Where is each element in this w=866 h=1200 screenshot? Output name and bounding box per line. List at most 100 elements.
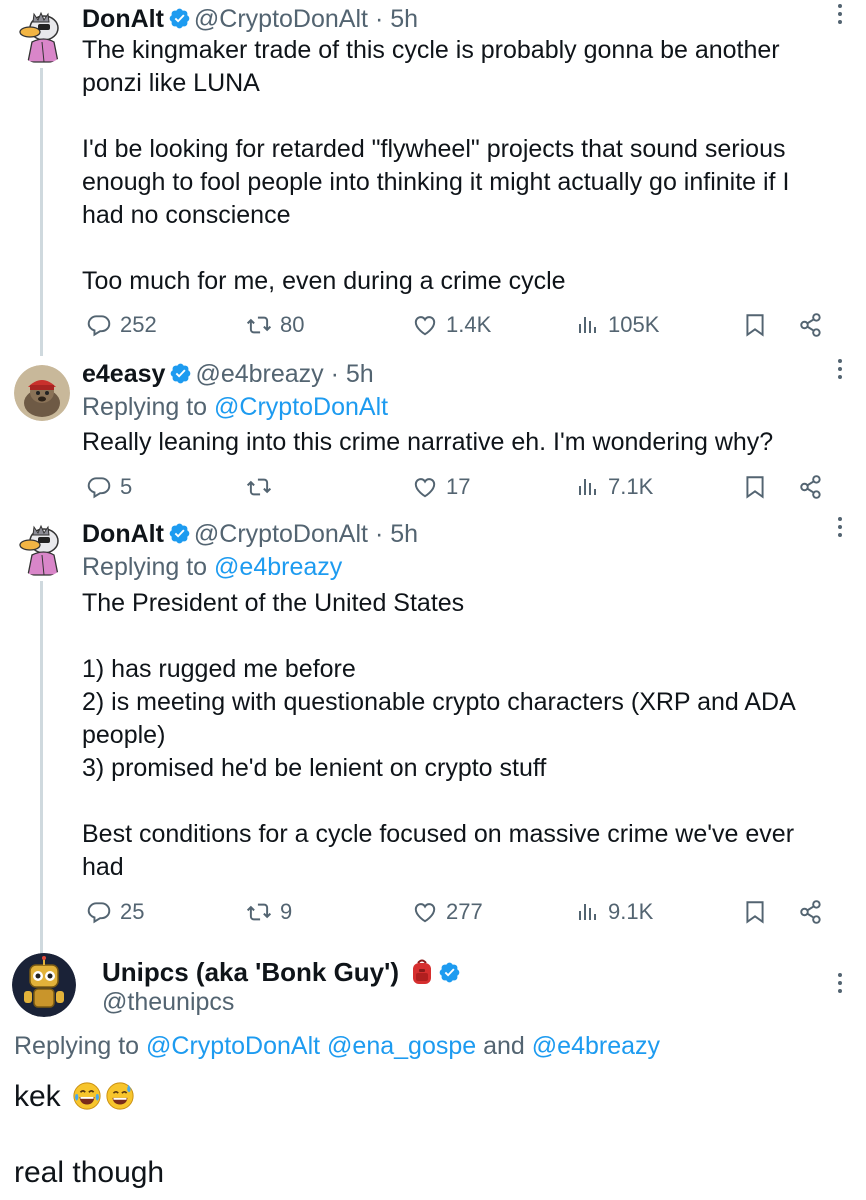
bookmark-icon <box>742 474 768 500</box>
replying-to-link[interactable]: @e4breazy <box>214 553 342 581</box>
tweet-line: Too much for me, even during a crime cyc… <box>82 267 566 295</box>
laughing-tears-emoji-icon <box>72 1081 102 1111</box>
views-icon <box>576 475 600 499</box>
sweat-smile-emoji-icon <box>105 1081 135 1111</box>
replying-to: Replying to @CryptoDonAlt @ena_gospe and… <box>14 1029 660 1063</box>
like-button[interactable]: 1.4K <box>412 310 491 340</box>
more-icon[interactable] <box>836 517 844 541</box>
bookmark-button[interactable] <box>742 310 768 340</box>
action-bar: 25 9 277 9.1K <box>82 897 832 927</box>
share-button[interactable] <box>798 310 824 340</box>
views-button[interactable]: 105K <box>576 310 659 340</box>
author-handle[interactable]: @e4breazy <box>195 360 323 388</box>
like-icon <box>412 474 438 500</box>
replying-to-link[interactable]: @ena_gospe <box>327 1032 476 1060</box>
bookmark-icon <box>742 899 768 925</box>
tweet-text: Really leaning into this crime narrative… <box>82 426 842 459</box>
tweet-time[interactable]: · 5h <box>375 5 418 33</box>
author-name[interactable]: DonAlt <box>82 5 164 33</box>
replying-to-link[interactable]: @e4breazy <box>532 1032 660 1060</box>
retweet-button[interactable] <box>246 472 280 502</box>
dog-avatar-icon <box>14 365 70 421</box>
reply-button[interactable]: 5 <box>86 472 132 502</box>
bookmark-icon <box>742 312 768 338</box>
avatar-donalt[interactable] <box>14 8 70 64</box>
reply-button[interactable]: 25 <box>86 897 144 927</box>
avatar-unipcs[interactable] <box>12 953 76 1017</box>
verified-badge-icon <box>169 362 192 385</box>
like-button[interactable]: 17 <box>412 472 470 502</box>
tweet-e4easy[interactable]: e4easy @e4breazy · 5h Replying to @Crypto… <box>0 355 866 513</box>
like-count: 17 <box>446 474 471 499</box>
retweet-button[interactable]: 9 <box>246 897 292 927</box>
robot-avatar-icon <box>12 953 76 1017</box>
share-button[interactable] <box>798 897 824 927</box>
tweet-line: 3) promised he'd be lenient on crypto st… <box>82 754 547 782</box>
share-button[interactable] <box>798 472 824 502</box>
tweet-donalt-1[interactable]: DonAlt @CryptoDonAlt · 5h The kingmaker t… <box>0 0 866 356</box>
verified-badge-icon <box>438 961 461 984</box>
share-icon <box>798 899 824 925</box>
tweet-line: I'd be looking for retarded "flywheel" p… <box>82 135 786 163</box>
more-icon[interactable] <box>836 4 844 28</box>
replying-to: Replying to @e4breazy <box>82 550 342 584</box>
replying-prefix: Replying to <box>82 553 208 581</box>
verified-badge-icon <box>168 522 191 545</box>
author-handle[interactable]: @CryptoDonAlt <box>194 520 368 548</box>
author-name[interactable]: DonAlt <box>82 520 164 548</box>
views-button[interactable]: 7.1K <box>576 472 653 502</box>
like-icon <box>412 899 438 925</box>
replying-to-link[interactable]: @CryptoDonAlt <box>214 393 388 421</box>
verified-badge-icon <box>168 7 191 30</box>
tweet-donalt-2[interactable]: DonAlt @CryptoDonAlt · 5h Replying to @e4… <box>0 513 866 955</box>
tweet-line: 2) is meeting with questionable crypto c… <box>82 688 796 716</box>
retweet-icon <box>246 899 272 925</box>
retweet-button[interactable]: 80 <box>246 310 304 340</box>
tweet-header: e4easy @e4breazy · 5h <box>82 357 374 391</box>
more-icon[interactable] <box>836 973 844 997</box>
replying-prefix: Replying to <box>14 1032 140 1060</box>
author-name[interactable]: e4easy <box>82 360 165 388</box>
duck-avatar-icon <box>14 521 70 577</box>
like-count: 277 <box>446 899 483 924</box>
views-count: 9.1K <box>608 899 654 924</box>
replying-to-link[interactable]: @CryptoDonAlt <box>146 1032 320 1060</box>
avatar-e4easy[interactable] <box>14 365 70 421</box>
tweet-line: people) <box>82 721 166 749</box>
tweet-text: The kingmaker trade of this cycle is pro… <box>82 34 842 298</box>
author-name-row: Unipcs (aka 'Bonk Guy') <box>102 955 464 989</box>
share-icon <box>798 474 824 500</box>
tweet-line: Really leaning into this crime narrative… <box>82 428 774 456</box>
duck-avatar-icon <box>14 8 70 64</box>
tweet-unipcs-main[interactable]: Unipcs (aka 'Bonk Guy') @theunipcs Reply… <box>0 943 866 1200</box>
tweet-time[interactable]: · 5h <box>331 360 374 388</box>
share-icon <box>798 312 824 338</box>
action-bar: 5 17 7.1K <box>82 472 832 502</box>
tweet-text-line-2: real though <box>14 1153 164 1193</box>
like-button[interactable]: 277 <box>412 897 483 927</box>
author-name[interactable]: Unipcs (aka 'Bonk Guy') <box>102 957 399 987</box>
author-handle[interactable]: @CryptoDonAlt <box>194 5 368 33</box>
reply-icon <box>86 474 112 500</box>
action-bar: 252 80 1.4K 105K <box>82 310 832 340</box>
avatar-donalt[interactable] <box>14 521 70 577</box>
reply-button[interactable]: 252 <box>86 310 157 340</box>
views-button[interactable]: 9.1K <box>576 897 653 927</box>
tweet-line: enough to fool people into thinking it m… <box>82 168 790 196</box>
backpack-emoji-icon <box>410 958 434 986</box>
reply-count: 25 <box>120 899 145 924</box>
reply-count: 252 <box>120 312 157 337</box>
bookmark-button[interactable] <box>742 472 768 502</box>
tweet-line: had <box>82 853 124 881</box>
author-handle[interactable]: @theunipcs <box>102 985 234 1019</box>
retweet-icon <box>246 312 272 338</box>
thread-line <box>40 581 43 955</box>
views-count: 105K <box>608 312 660 337</box>
like-icon <box>412 312 438 338</box>
tweet-line: The President of the United States <box>82 589 465 617</box>
tweet-line: ponzi like LUNA <box>82 69 260 97</box>
tweet-text: kek <box>14 1080 61 1113</box>
more-icon[interactable] <box>836 359 844 383</box>
bookmark-button[interactable] <box>742 897 768 927</box>
tweet-time[interactable]: · 5h <box>375 520 418 548</box>
